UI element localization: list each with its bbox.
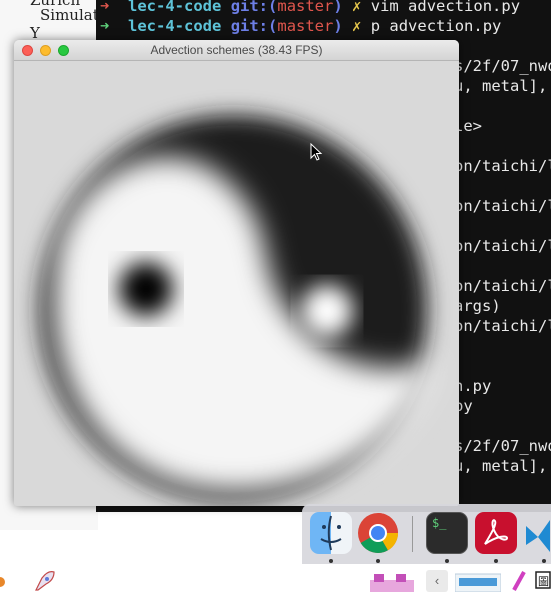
simulation-canvas[interactable] bbox=[14, 61, 459, 506]
prompt-arrow-icon: ➜ bbox=[100, 0, 110, 15]
terminal-prompt-line-1: ➜ lec-4-code git:(master) ✗ vim advectio… bbox=[100, 0, 520, 15]
prompt-command: vim advection.py bbox=[370, 0, 521, 15]
vscode-icon[interactable] bbox=[522, 512, 551, 554]
prompt-directory: lec-4-code bbox=[128, 17, 222, 35]
partial-app-icon bbox=[0, 577, 5, 587]
terminal-output-line: n.py bbox=[454, 377, 492, 395]
svg-text:圖: 圖 bbox=[538, 575, 549, 588]
terminal-output-line: on/taichi/l bbox=[454, 197, 551, 215]
terminal-output-line: s/2f/07_nwq bbox=[454, 57, 551, 75]
terminal-output-line: u, metal], bbox=[454, 77, 548, 95]
yin-yang-image bbox=[14, 61, 459, 506]
finder-icon[interactable] bbox=[310, 512, 352, 554]
advection-window[interactable]: Advection schemes (38.43 FPS) bbox=[14, 40, 459, 506]
prompt-git-label: git: bbox=[230, 0, 269, 15]
bottom-strip: ‹ 圖 bbox=[0, 564, 551, 592]
dock-separator bbox=[412, 516, 413, 552]
prompt-git-label: git: bbox=[230, 17, 269, 35]
rocket-icon bbox=[35, 571, 55, 591]
mouse-pointer-icon bbox=[310, 143, 323, 161]
terminal-prompt-line-2: ➜ lec-4-code git:(master) ✗ p advection.… bbox=[100, 17, 502, 35]
window-title: Advection schemes (38.43 FPS) bbox=[150, 43, 323, 57]
prompt-arrow-icon: ➜ bbox=[100, 17, 110, 35]
finder-running-indicator bbox=[329, 559, 333, 563]
terminal-running-indicator bbox=[445, 559, 449, 563]
window-thumbnail-icon[interactable] bbox=[455, 570, 501, 592]
acrobat-icon[interactable] bbox=[475, 512, 517, 554]
terminal-output-line: on/taichi/l bbox=[454, 277, 551, 295]
terminal-output-line: args) bbox=[454, 297, 501, 315]
scroll-left-button[interactable]: ‹ bbox=[426, 570, 448, 592]
pen-tool-icon[interactable]: 圖 bbox=[510, 568, 551, 592]
pixel-app-icon bbox=[370, 574, 414, 592]
prompt-dirty-mark: ✗ bbox=[352, 17, 362, 35]
yin-yang-dark-dot bbox=[119, 262, 173, 316]
chrome-icon[interactable] bbox=[357, 512, 399, 554]
window-titlebar[interactable]: Advection schemes (38.43 FPS) bbox=[14, 40, 459, 61]
terminal-icon[interactable]: $_ bbox=[426, 512, 468, 554]
vscode-running-indicator bbox=[542, 559, 546, 563]
terminal-output-line: s/2f/07_nwq bbox=[454, 437, 551, 455]
prompt-dirty-mark: ✗ bbox=[352, 0, 362, 15]
prompt-command: p advection.py bbox=[370, 17, 502, 35]
terminal-output-line: u, metal], bbox=[454, 457, 548, 475]
prompt-git-branch: master bbox=[277, 17, 334, 35]
terminal-output-line: on/taichi/l bbox=[454, 317, 551, 335]
chrome-running-indicator bbox=[376, 559, 380, 563]
prompt-git-branch: master bbox=[277, 0, 334, 15]
terminal-output-line: on/taichi/l bbox=[454, 237, 551, 255]
terminal-output-line: on/taichi/l bbox=[454, 157, 551, 175]
prompt-directory: lec-4-code bbox=[128, 0, 222, 15]
dock: $_ bbox=[302, 504, 551, 564]
acrobat-running-indicator bbox=[494, 559, 498, 563]
yin-yang-light-dot bbox=[301, 285, 353, 337]
terminal-glyph: $_ bbox=[432, 516, 447, 530]
